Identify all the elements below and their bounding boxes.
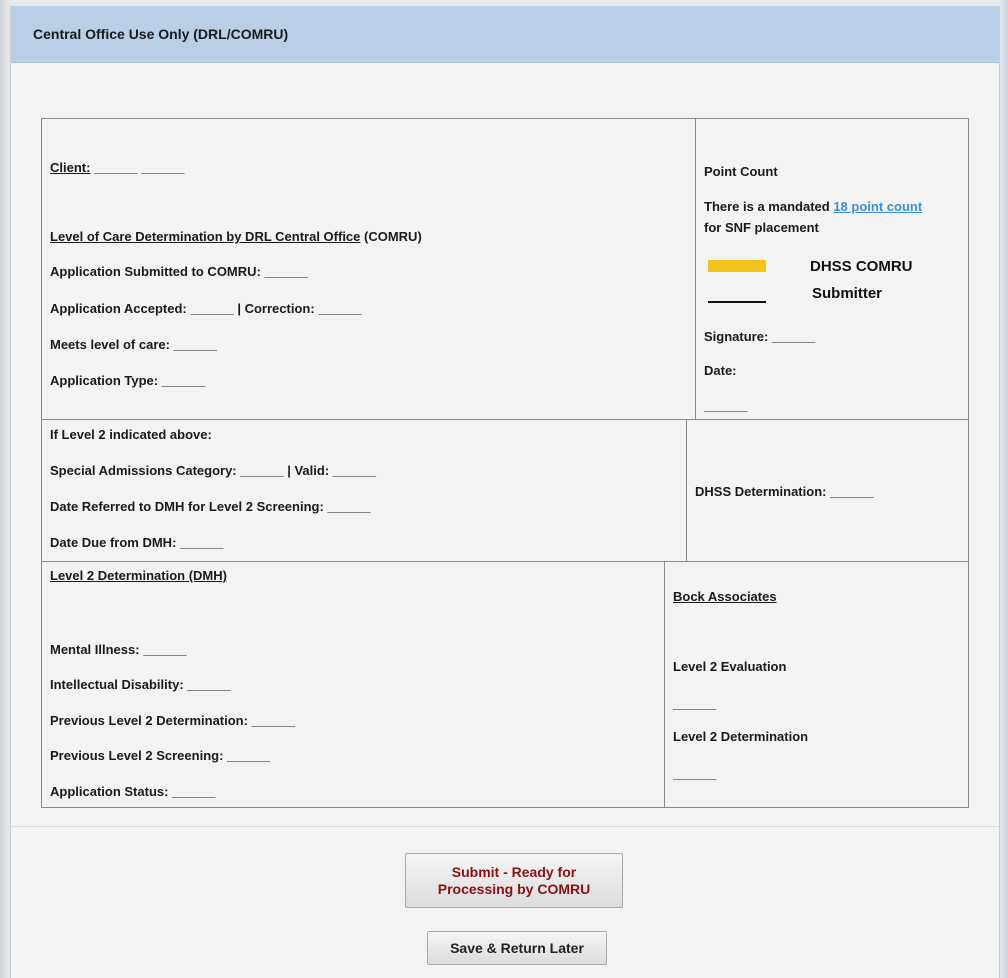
date-referred-field: Date Referred to DMH for Level 2 Screeni… [50,499,371,514]
client-line: Client: ______ ______ [50,160,184,175]
save-return-button[interactable]: Save & Return Later [427,931,607,965]
signature-field: Signature: ______ [704,329,816,344]
level-of-care-cell: Client: ______ ______ Level of Care Dete… [42,119,696,419]
level2-eval-value: ______ [673,696,717,711]
app-type-field: Application Type: ______ [50,373,206,388]
point-count-link[interactable]: 18 point count [833,199,922,214]
submit-button[interactable]: Submit - Ready for Processing by COMRU [405,853,623,908]
bock-associates-cell: Bock Associates Level 2 Evaluation _____… [665,562,968,807]
level2-determination-row: Level 2 Determination (DMH) Mental Illne… [42,562,968,807]
level-of-care-row: Client: ______ ______ Level of Care Dete… [42,119,968,420]
meets-loc-field: Meets level of care: ______ [50,337,217,352]
panel-header: Central Office Use Only (DRL/COMRU) [11,6,999,63]
panel-title: Central Office Use Only (DRL/COMRU) [33,26,289,42]
level2-det-value: ______ [673,766,717,781]
level2-indication-row: If Level 2 indicated above: Special Admi… [42,420,968,562]
mandated-prefix: There is a mandated [704,199,834,214]
level2-det-label: Level 2 Determination [673,729,809,744]
dhss-comru-swatch [708,260,766,272]
level2-indication-cell: If Level 2 indicated above: Special Admi… [42,420,687,561]
prev-screening-field: Previous Level 2 Screening: ______ [50,748,271,763]
point-count-title: Point Count [704,164,778,179]
client-value: ______ ______ [94,160,185,175]
mental-illness-field: Mental Illness: ______ [50,642,187,657]
intellectual-disability-field: Intellectual Disability: ______ [50,677,231,692]
loc-heading: Level of Care Determination by DRL Centr… [50,229,422,244]
dmh-heading: Level 2 Determination (DMH) [50,568,227,583]
if-level2-heading: If Level 2 indicated above: [50,427,212,442]
prev-determination-field: Previous Level 2 Determination: ______ [50,713,295,728]
date-label: Date: [704,363,737,378]
submit-button-line2: Processing by COMRU [437,881,591,897]
mandated-text: There is a mandated 18 point count [704,199,922,214]
submitter-line-swatch [708,301,766,303]
special-admissions-field: Special Admissions Category: ______ | Va… [50,463,377,478]
date-value: ______ [704,398,748,413]
app-submitted-field: Application Submitted to COMRU: ______ [50,264,308,279]
loc-heading-suffix: (COMRU) [364,229,422,244]
date-due-field: Date Due from DMH: ______ [50,535,224,550]
level2-eval-label: Level 2 Evaluation [673,659,787,674]
dhss-determination-field: DHSS Determination: ______ [695,484,874,499]
submit-button-line1: Submit - Ready for [451,864,577,880]
submitter-legend-label: Submitter [812,285,883,302]
client-label: Client: [50,160,91,175]
app-accepted-field: Application Accepted: ______ | Correctio… [50,301,362,316]
footer-divider [11,826,999,827]
dmh-determination-cell: Level 2 Determination (DMH) Mental Illne… [42,562,665,807]
dhss-determination-cell: DHSS Determination: ______ [687,420,968,561]
loc-heading-underlined: Level of Care Determination by DRL Centr… [50,229,361,244]
mandated-suffix: for SNF placement [704,220,819,235]
determination-table: Client: ______ ______ Level of Care Dete… [41,118,969,808]
central-office-panel: Central Office Use Only (DRL/COMRU) Clie… [10,6,1000,978]
app-status-field: Application Status: ______ [50,784,216,799]
dhss-comru-legend-label: DHSS COMRU [810,258,913,275]
bock-heading: Bock Associates [673,589,777,604]
point-count-cell: Point Count There is a mandated 18 point… [696,119,968,419]
